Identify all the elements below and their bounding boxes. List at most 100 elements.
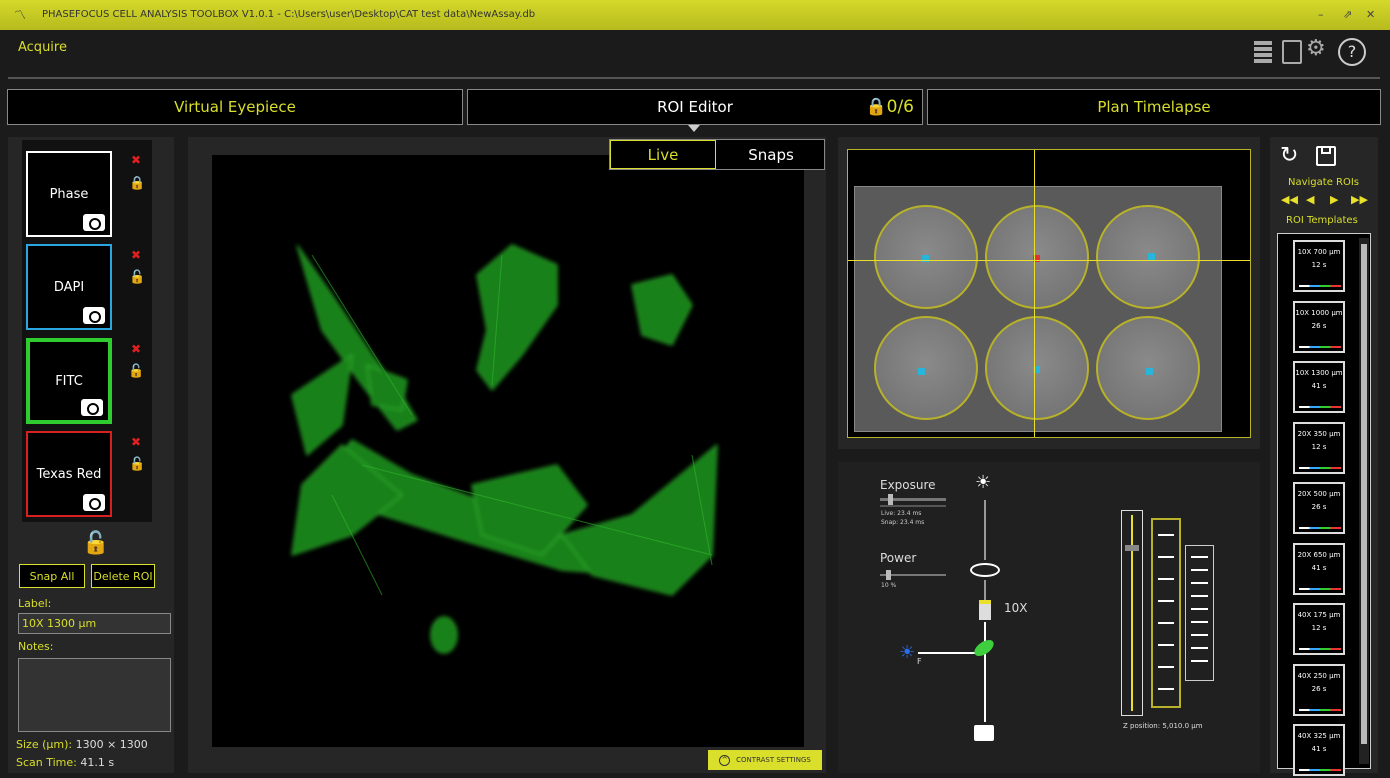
unlock-icon[interactable]: 🔓 — [129, 457, 145, 472]
roi-template[interactable]: 10X 1300 µm 41 s — [1293, 361, 1345, 413]
channel-indicator — [1299, 285, 1341, 287]
contrast-settings-button[interactable]: ^ CONTRAST SETTINGS — [708, 750, 822, 770]
unlock-icon[interactable]: 🔓 — [128, 364, 144, 379]
channel-fitc[interactable]: FITC — [26, 338, 112, 424]
roi-template[interactable]: 40X 325 µm 41 s — [1293, 724, 1345, 776]
roi-marker — [1148, 253, 1155, 260]
roi-template[interactable]: 10X 700 µm 12 s — [1293, 240, 1345, 292]
channel-phase[interactable]: Phase — [26, 151, 112, 237]
template-time: 12 s — [1311, 442, 1327, 451]
refresh-icon[interactable]: ↻ — [1280, 143, 1298, 168]
power-slider[interactable] — [880, 570, 946, 580]
minimize-button[interactable]: – — [1318, 8, 1324, 21]
roi-unlock-icon[interactable]: 🔓 — [82, 531, 109, 556]
objective-icon[interactable] — [979, 600, 991, 620]
snap-all-button[interactable]: Snap All — [19, 564, 85, 588]
exposure-live: Live: 23.4 ms — [881, 510, 922, 517]
help-icon[interactable]: ? — [1338, 38, 1366, 66]
tab-virtual-eyepiece[interactable]: Virtual Eyepiece — [7, 89, 463, 125]
channel-indicator — [1299, 345, 1341, 348]
maximize-button[interactable]: ⇗ — [1343, 8, 1352, 21]
first-roi-button[interactable]: ◀◀ — [1281, 193, 1298, 206]
next-roi-button[interactable]: ▶ — [1330, 193, 1338, 206]
remove-icon[interactable]: ✖ — [131, 153, 141, 167]
channel-dapi[interactable]: DAPI — [26, 244, 112, 330]
microscope-image[interactable] — [212, 155, 804, 747]
template-name: 20X 650 µm — [1297, 550, 1341, 559]
tab-roi-editor[interactable]: ROI Editor 🔒0/6 — [467, 89, 923, 125]
slider-thumb[interactable] — [886, 570, 891, 580]
roi-template[interactable]: 40X 250 µm 26 s — [1293, 663, 1345, 716]
crosshair-vertical — [1034, 150, 1035, 437]
well-b1[interactable] — [874, 316, 978, 420]
z-fine-scale[interactable] — [1185, 545, 1214, 681]
remove-icon[interactable]: ✖ — [131, 342, 141, 356]
cell-image — [291, 244, 718, 654]
list-icon[interactable] — [1254, 41, 1272, 63]
save-icon[interactable] — [1316, 146, 1336, 166]
close-button[interactable]: ✕ — [1366, 8, 1375, 21]
window-title: PHASEFOCUS CELL ANALYSIS TOOLBOX V1.0.1 … — [42, 9, 536, 20]
lock-icon[interactable]: 🔒 — [129, 176, 145, 191]
toggle-label: Snaps — [748, 145, 794, 164]
snaps-toggle[interactable]: Snaps — [718, 140, 824, 169]
z-slider[interactable] — [1121, 510, 1143, 716]
live-toggle[interactable]: Live — [610, 140, 716, 169]
plate-map[interactable] — [847, 149, 1251, 438]
last-roi-button[interactable]: ▶▶ — [1351, 193, 1368, 206]
template-scrollbar[interactable] — [1359, 238, 1369, 764]
z-slider-thumb[interactable] — [1125, 545, 1139, 551]
delete-roi-button[interactable]: Delete ROI — [91, 564, 155, 588]
scrollbar-thumb[interactable] — [1361, 244, 1367, 744]
scan-value: 41.1 s — [80, 756, 115, 769]
size-value: 1300 × 1300 — [75, 738, 148, 751]
exposure-snap: Snap: 23.4 ms — [881, 519, 925, 526]
camera-icon[interactable] — [81, 399, 103, 416]
camera-icon[interactable] — [83, 307, 105, 324]
scan-caption-text: Scan Time: — [16, 756, 77, 769]
camera-icon[interactable] — [83, 494, 105, 511]
label-input[interactable]: 10X 1300 µm — [18, 613, 171, 634]
exposure-slider[interactable] — [880, 494, 946, 505]
template-name: 10X 1000 µm — [1295, 308, 1343, 317]
gear-icon[interactable]: ⚙ — [1306, 36, 1326, 61]
channel-indicator — [1299, 708, 1341, 711]
unlock-icon[interactable]: 🔓 — [129, 270, 145, 285]
roi-template[interactable]: 40X 175 µm 12 s — [1293, 603, 1345, 655]
template-name: 10X 700 µm — [1297, 248, 1341, 256]
z-coarse-scale[interactable] — [1151, 518, 1181, 708]
roi-lock-count: 🔒0/6 — [865, 97, 914, 117]
document-icon[interactable] — [1282, 40, 1302, 64]
roi-template[interactable]: 20X 500 µm 26 s — [1293, 482, 1345, 534]
roi-template[interactable]: 20X 350 µm 12 s — [1293, 421, 1345, 474]
well-b3[interactable] — [1096, 316, 1200, 420]
channel-indicator — [1299, 406, 1341, 408]
tab-plan-timelapse[interactable]: Plan Timelapse — [927, 89, 1381, 125]
template-name: 40X 325 µm — [1297, 732, 1341, 740]
roi-template[interactable]: 10X 1000 µm 26 s — [1293, 300, 1345, 353]
size-caption-text: Size (µm): — [16, 738, 73, 751]
well-b2[interactable] — [985, 316, 1089, 420]
detector-camera-icon[interactable] — [974, 725, 994, 741]
channel-texas-red[interactable]: Texas Red — [26, 431, 112, 517]
exposure-slider-snap[interactable] — [880, 505, 946, 507]
scan-caption: Scan Time: 41.1 s — [16, 756, 114, 769]
notes-input[interactable] — [18, 658, 171, 732]
remove-icon[interactable]: ✖ — [131, 248, 141, 262]
well-a1[interactable] — [874, 205, 978, 309]
camera-icon[interactable] — [83, 214, 105, 231]
title-bar: 〽 PHASEFOCUS CELL ANALYSIS TOOLBOX V1.0.… — [0, 0, 1390, 30]
light-path — [984, 622, 986, 722]
light-source-icon[interactable]: ☀ — [975, 472, 991, 493]
condenser-icon[interactable] — [970, 563, 1000, 577]
prev-roi-button[interactable]: ◀ — [1306, 193, 1314, 206]
template-time: 12 s — [1311, 624, 1327, 632]
well-a2[interactable] — [985, 205, 1089, 309]
button-label: Snap All — [29, 569, 75, 583]
roi-template[interactable]: 20X 650 µm 41 s — [1293, 542, 1345, 595]
slider-thumb[interactable] — [888, 494, 893, 505]
remove-icon[interactable]: ✖ — [131, 435, 141, 449]
fluorescence-source-icon[interactable]: ☀ — [899, 642, 915, 663]
filter-label: F — [917, 657, 922, 666]
well-a3[interactable] — [1096, 205, 1200, 309]
